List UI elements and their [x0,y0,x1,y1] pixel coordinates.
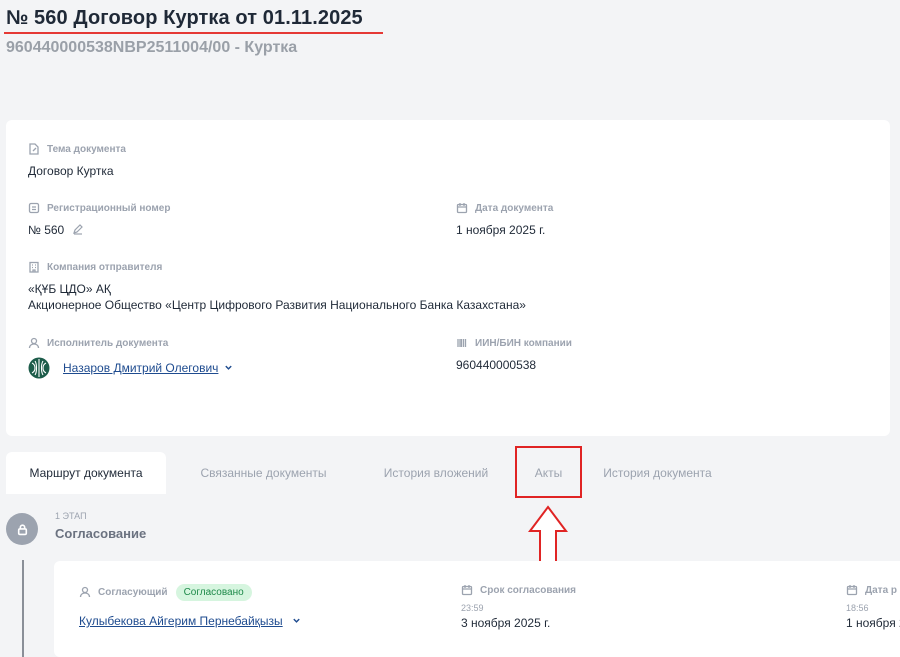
topic-field: Тема документа Договор Куртка [28,142,126,179]
lock-icon [17,523,27,535]
document-info-card: Тема документа Договор Куртка Регистраци… [6,120,890,436]
acts-highlight-annotation [515,446,582,498]
deadline-time: 23:59 [461,603,484,613]
user-icon [79,586,91,598]
chevron-down-icon[interactable] [292,613,301,629]
calendar-icon [461,585,473,596]
tab-related-documents[interactable]: Связанные документы [176,452,351,494]
doc-date-field: Дата документа 1 ноября 2025 г. [456,201,553,238]
iin-label: ИИН/БИН компании [475,337,572,349]
performer-label: Исполнитель документа [47,337,169,349]
barcode-icon [457,339,467,347]
document-tabs: Маршрут документа Связанные документы Ис… [6,452,890,494]
approver-field: Согласующий Согласовано Кулыбекова Айгер… [79,583,301,629]
company-label: Компания отправителя [47,261,163,273]
deadline-field: Срок согласования 23:59 3 ноября 2025 г. [461,583,576,631]
deadline-label: Срок согласования [480,584,576,596]
performer-name-link[interactable]: Назаров Дмитрий Олегович [63,361,218,375]
reg-number-field: Регистрационный номер № 560 [28,201,170,239]
company-full-name: Акционерное Общество «Центр Цифрового Ра… [28,298,526,312]
registration-number-icon [28,202,40,214]
calendar-icon [456,203,468,214]
company-short-name: «ҚҰБ ЦДО» АҚ [28,282,111,296]
iin-value: 960440000538 [456,358,537,372]
page-title: № 560 Договор Куртка от 01.11.2025 [6,7,363,29]
approval-card: Согласующий Согласовано Кулыбекова Айгер… [54,561,900,657]
timeline-line [22,560,24,657]
status-badge: Согласовано [175,583,252,601]
document-edit-icon [29,143,39,155]
edit-pencil-icon[interactable] [72,223,84,239]
topic-value: Договор Куртка [28,164,114,178]
page-subtitle: 960440000538NBP2511004/00 - Куртка [6,39,298,56]
iin-field: ИИН/БИН компании 960440000538 [456,336,572,373]
approval-date-label: Дата р [865,584,898,596]
tab-route[interactable]: Маршрут документа [6,452,166,494]
avatar [28,357,50,379]
doc-date-value: 1 ноября 2025 г. [456,223,546,237]
title-underline-annotation [4,32,383,34]
performer-field: Исполнитель документа Назаров Дмитрий Ол… [28,336,233,379]
stage-lock-badge [6,513,38,545]
stage-name: Согласование [55,526,147,541]
tab-attachments-history[interactable]: История вложений [361,452,511,494]
reg-number-value: № 560 [28,223,65,237]
approver-name-link[interactable]: Кулыбекова Айгерим Пернебайқызы [79,614,283,628]
building-icon [29,261,39,273]
approval-date-value: 1 ноября 2 [846,616,900,630]
approver-label: Согласующий [98,586,168,598]
approval-date-time: 18:56 [846,603,869,613]
doc-date-label: Дата документа [475,202,554,214]
stage-number: 1 ЭТАП [55,511,87,521]
approval-date-field: Дата р 18:56 1 ноября 2 [846,583,900,631]
deadline-date: 3 ноября 2025 г. [461,616,551,630]
reg-number-label: Регистрационный номер [47,202,171,214]
chevron-down-icon[interactable] [224,359,233,377]
topic-label: Тема документа [47,143,126,155]
company-field: Компания отправителя «ҚҰБ ЦДО» АҚ Акцион… [28,260,526,313]
calendar-icon [846,585,858,596]
user-icon [28,337,40,349]
tab-document-history[interactable]: История документа [590,452,725,494]
